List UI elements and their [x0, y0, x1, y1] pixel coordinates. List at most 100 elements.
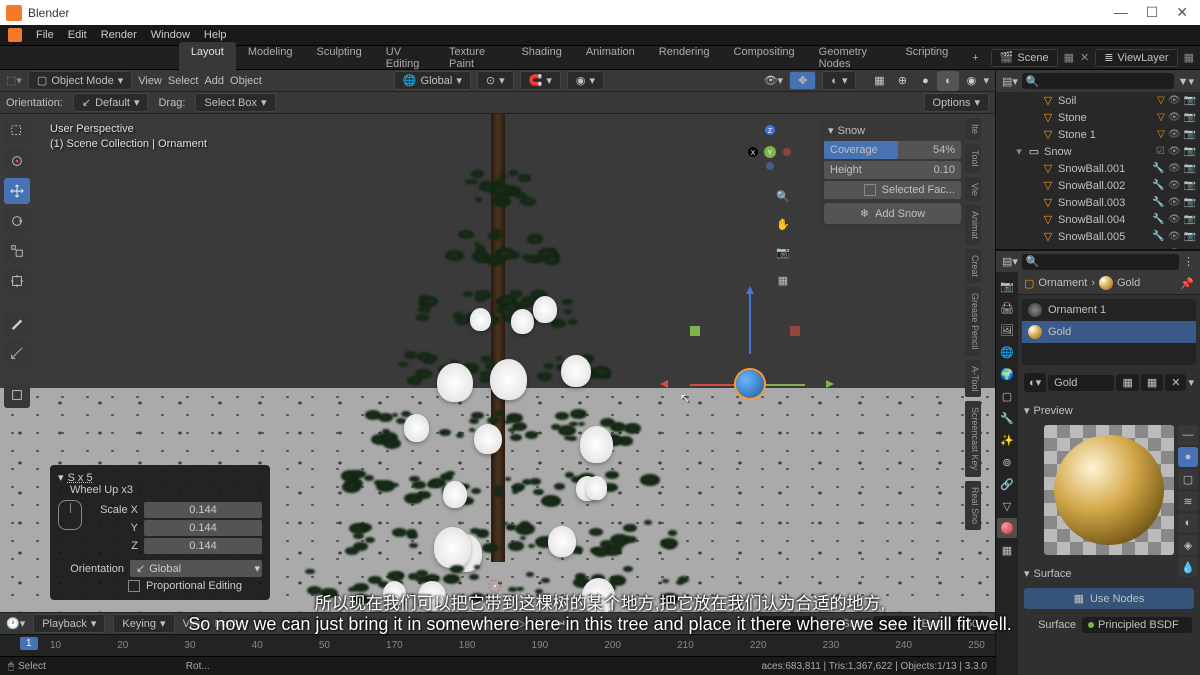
menu-view[interactable]: View: [138, 75, 162, 87]
measure-tool[interactable]: [4, 340, 30, 366]
npanel-tab[interactable]: Grease Pencil: [965, 287, 981, 356]
scene-tab-icon[interactable]: 🌐: [997, 342, 1017, 362]
menu-object[interactable]: Object: [230, 75, 262, 87]
outliner-item[interactable]: ▽SnowBall.005🔧👁📷: [996, 228, 1200, 245]
drag-dropdown[interactable]: Select Box ▾: [195, 93, 275, 112]
npanel-tab[interactable]: Tool: [965, 144, 981, 173]
filter-icon[interactable]: ▼▾: [1178, 75, 1194, 88]
xray-toggle[interactable]: ▦: [868, 71, 890, 91]
pivot-dropdown[interactable]: ⊙▾: [477, 71, 514, 90]
outliner-item[interactable]: ▽SnowBall.001🔧👁📷: [996, 160, 1200, 177]
proportional-dropdown[interactable]: ◉▾: [567, 71, 604, 90]
object-tab-icon[interactable]: ▢: [997, 386, 1017, 406]
output-tab-icon[interactable]: 🖨: [997, 298, 1017, 318]
modifier-tab-icon[interactable]: 🔧: [997, 408, 1017, 428]
keying-dropdown[interactable]: Keying▾: [113, 614, 174, 633]
window-maximize[interactable]: ☐: [1146, 4, 1159, 21]
nav-gizmo[interactable]: Z X Y: [745, 122, 795, 172]
new-material-icon[interactable]: ▦: [1141, 374, 1163, 391]
npanel-tab[interactable]: Ite: [965, 118, 981, 140]
end-frame-field[interactable]: 250: [949, 616, 989, 632]
menu-timeline-view[interactable]: View: [183, 618, 207, 630]
add-cube-tool[interactable]: [4, 382, 30, 408]
timeline-frames[interactable]: 1 1020304050170180190200210220230240250: [0, 634, 995, 656]
transform-orientation-dropdown[interactable]: 🌐 Global ▾: [394, 71, 471, 90]
material-browse-icon[interactable]: ◐▾: [1024, 373, 1046, 392]
workspace-tab-modeling[interactable]: Modeling: [236, 42, 305, 74]
workspace-tab-sculpting[interactable]: Sculpting: [304, 42, 373, 74]
menu-timeline-marker[interactable]: Marker: [214, 618, 248, 630]
workspace-tab-compositing[interactable]: Compositing: [722, 42, 807, 74]
particle-tab-icon[interactable]: ✨: [997, 430, 1017, 450]
scale-x-field[interactable]: 0.144: [144, 502, 262, 518]
jump-start-icon[interactable]: ⏮: [457, 616, 473, 632]
gizmo-toggle[interactable]: ✥: [789, 71, 816, 90]
preview-fluid-icon[interactable]: 💧: [1178, 557, 1198, 577]
current-frame-field[interactable]: 1: [757, 616, 817, 632]
material-slot-1[interactable]: Gold: [1022, 321, 1196, 343]
outliner-item[interactable]: ▽SnowBall.004🔧👁📷: [996, 211, 1200, 228]
scene-browse-icon[interactable]: ▦: [1064, 51, 1074, 64]
menu-render[interactable]: Render: [101, 29, 137, 41]
workspace-tab-rendering[interactable]: Rendering: [647, 42, 722, 74]
viewlayer-field[interactable]: ≣ ViewLayer: [1095, 49, 1177, 67]
preview-shaderball-icon[interactable]: ◐: [1178, 513, 1198, 533]
texture-tab-icon[interactable]: ▦: [997, 540, 1017, 560]
npanel-tab[interactable]: Vie: [965, 177, 981, 202]
redo-panel[interactable]: ▾S x 5 Wheel Up x3 Scale X0.144 Y0.144 Z…: [50, 465, 270, 600]
npanel-tab[interactable]: A-Tool: [965, 360, 981, 398]
constraint-tab-icon[interactable]: 🔗: [997, 474, 1017, 494]
checkbox-icon[interactable]: [128, 580, 140, 592]
zoom-icon[interactable]: 🔍: [771, 184, 795, 208]
add-workspace-button[interactable]: +: [960, 48, 990, 68]
outliner-item[interactable]: ▽Stone▽👁📷: [996, 109, 1200, 126]
menu-file[interactable]: File: [36, 29, 54, 41]
perspective-toggle-icon[interactable]: ▦: [771, 268, 795, 292]
scale-z-field[interactable]: 0.144: [144, 538, 262, 554]
window-close[interactable]: ✕: [1176, 4, 1188, 21]
material-users-icon[interactable]: ▦: [1116, 374, 1138, 391]
play-reverse-icon[interactable]: ◁: [495, 616, 511, 632]
workspace-tab-scripting[interactable]: Scripting: [893, 42, 960, 74]
preview-flat-icon[interactable]: —: [1178, 425, 1198, 445]
height-slider[interactable]: Height0.10: [824, 161, 961, 179]
workspace-tab-layout[interactable]: Layout: [179, 42, 236, 74]
window-minimize[interactable]: —: [1114, 4, 1128, 21]
menu-edit[interactable]: Edit: [68, 29, 87, 41]
material-slot-0[interactable]: Ornament 1: [1022, 299, 1196, 321]
menu-window[interactable]: Window: [151, 29, 190, 41]
workspace-tab-geometry-nodes[interactable]: Geometry Nodes: [807, 42, 894, 74]
npanel-tab[interactable]: Animat: [965, 205, 981, 245]
npanel-tab[interactable]: Real Sno: [965, 481, 981, 530]
jump-end-icon[interactable]: ⏭: [552, 616, 568, 632]
selected-faces-toggle[interactable]: Selected Fac...: [824, 181, 961, 199]
add-snow-button[interactable]: ❄ Add Snow: [824, 203, 961, 224]
camera-view-icon[interactable]: 📷: [771, 240, 795, 264]
snap-dropdown[interactable]: 🧲▾: [520, 71, 561, 90]
blender-logo[interactable]: [8, 28, 22, 42]
workspace-tab-texture-paint[interactable]: Texture Paint: [437, 42, 509, 74]
coverage-slider[interactable]: Coverage54%: [824, 141, 961, 159]
world-tab-icon[interactable]: 🌍: [997, 364, 1017, 384]
select-box-tool[interactable]: [4, 118, 30, 144]
surface-shader-field[interactable]: Principled BSDF: [1082, 617, 1192, 633]
physics-tab-icon[interactable]: ⊚: [997, 452, 1017, 472]
orientation-field[interactable]: ↙Global▾: [130, 560, 262, 577]
props-search-input[interactable]: 🔍: [1022, 254, 1179, 270]
keyframe-next-icon[interactable]: |▷: [533, 616, 549, 632]
props-type-icon[interactable]: ▤▾: [1002, 255, 1018, 268]
render-tab-icon[interactable]: 📷: [997, 276, 1017, 296]
data-tab-icon[interactable]: ▽: [997, 496, 1017, 516]
unlink-material-icon[interactable]: ✕: [1165, 374, 1186, 391]
transform-tool[interactable]: [4, 268, 30, 294]
scene-close-icon[interactable]: ✕: [1080, 51, 1089, 64]
timeline-editor-icon[interactable]: 🕐▾: [6, 617, 25, 630]
preview-cloth-icon[interactable]: ◈: [1178, 535, 1198, 555]
outliner-item[interactable]: ▽Soil▽👁📷: [996, 92, 1200, 109]
menu-help[interactable]: Help: [204, 29, 227, 41]
autokey-icon[interactable]: ●: [438, 616, 454, 632]
play-icon[interactable]: ▷: [514, 616, 530, 632]
rotate-tool[interactable]: [4, 208, 30, 234]
outliner-item[interactable]: ▽SnowBall.002🔧👁📷: [996, 177, 1200, 194]
visibility-icon[interactable]: 👁▾: [764, 74, 784, 87]
